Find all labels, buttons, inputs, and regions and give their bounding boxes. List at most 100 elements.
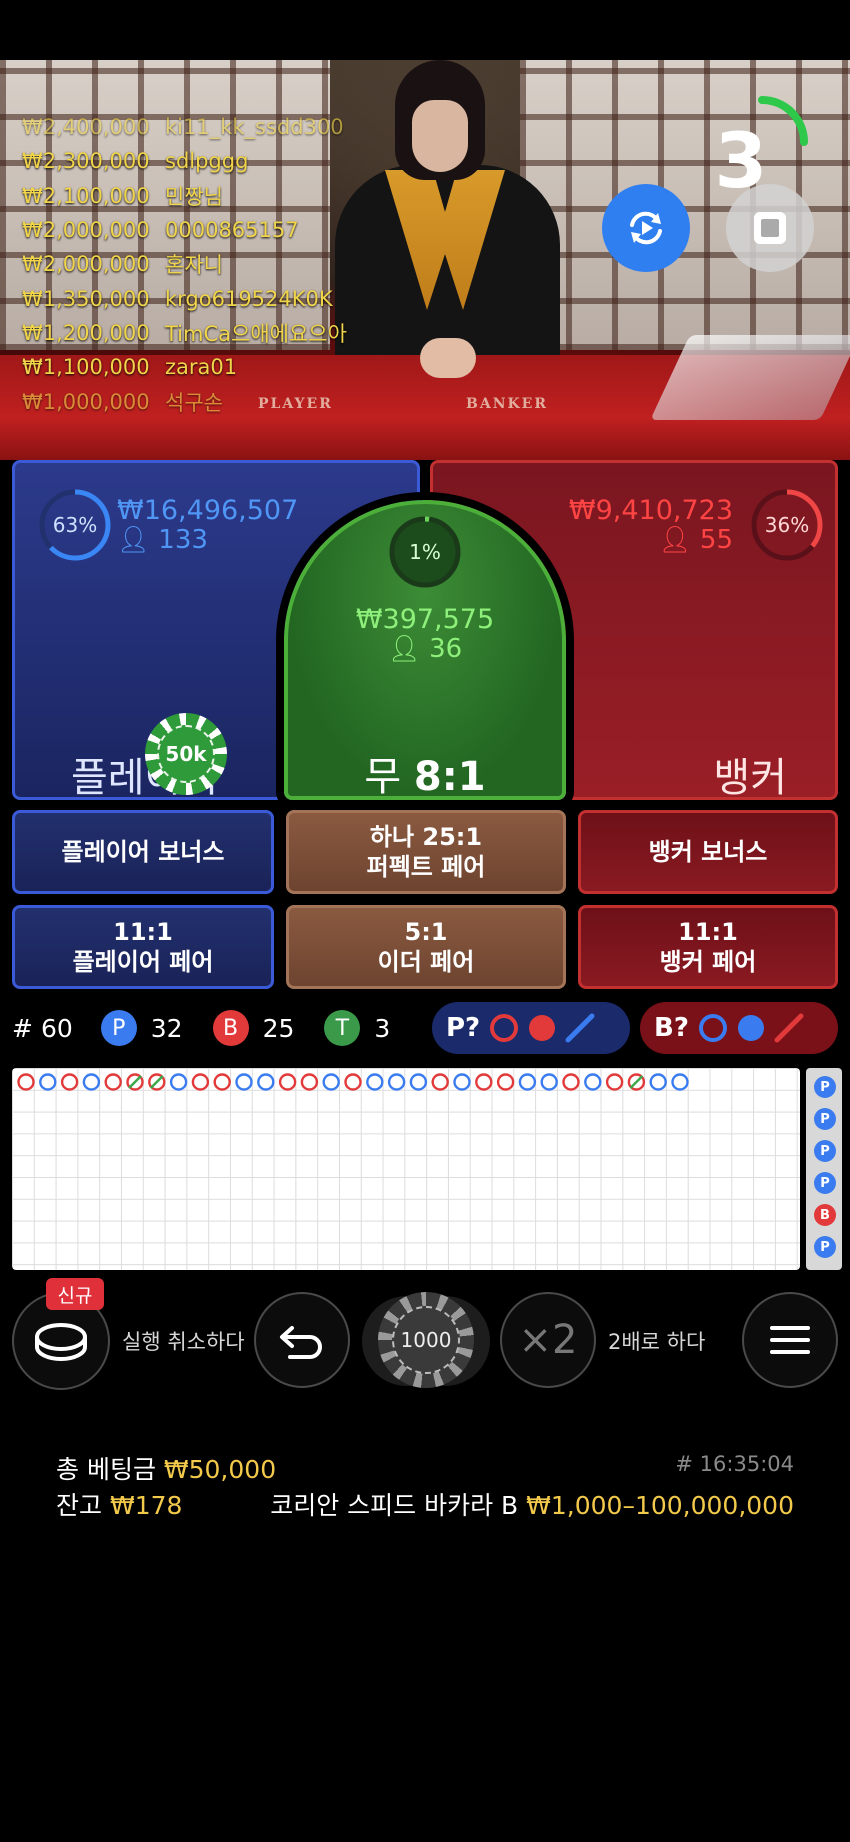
perfect-pair-button[interactable]: 하나 25:1 퍼펙트 페어 <box>286 810 566 894</box>
predict-banker-label: B? <box>654 1013 689 1043</box>
banker-wins-count: 25 <box>262 1013 295 1043</box>
banker-wins-badge: B <box>212 1010 249 1046</box>
banker-bonus-button[interactable]: 뱅커 보너스 <box>578 810 838 894</box>
road-result-P <box>649 1073 667 1091</box>
banker-pair-odds: 11:1 <box>678 918 738 946</box>
placed-chip-value: 50k <box>157 725 215 783</box>
hamburger-menu-icon <box>770 1326 810 1354</box>
winner-row: ₩2,100,000 민짱님 <box>22 179 347 213</box>
double-button[interactable]: ×2 <box>500 1292 596 1388</box>
winner-row: ₩2,000,000 혼자니 <box>22 247 347 281</box>
banker-percent: 36% <box>764 513 810 537</box>
road-tie-mark <box>629 1075 644 1089</box>
road-result-P <box>366 1073 384 1091</box>
player-percent: 63% <box>52 513 98 537</box>
side-road-result: P <box>814 1236 836 1258</box>
undo-label: 실행 취소하다 <box>122 1330 245 1354</box>
banker-pair-button[interactable]: 11:1 뱅커 페어 <box>578 905 838 989</box>
dealer-face <box>412 100 468 172</box>
winner-amount: ₩2,300,000 <box>22 149 150 174</box>
tie-odds: 8:1 <box>413 754 486 800</box>
banker-bettor-count-value: 55 <box>699 525 733 555</box>
banker-label: 뱅커 <box>713 755 787 801</box>
winner-name: 혼자니 <box>165 253 223 278</box>
side-road-result: B <box>814 1204 836 1226</box>
road-result-B <box>496 1073 515 1091</box>
roadmap-scoreboard[interactable] <box>12 1068 800 1270</box>
betting-area: 63% ₩16,496,507 👤︎ 133 플레이어 50k 36% ₩9,4… <box>0 460 850 1000</box>
tie-bettor-count-value: 36 <box>429 634 463 664</box>
round-id: # 16:35:04 <box>675 1452 794 1476</box>
player-pair-button[interactable]: 11:1 플레이어 페어 <box>12 905 274 989</box>
road-result-B <box>605 1073 624 1091</box>
winner-amount: ₩2,100,000 <box>22 183 150 208</box>
banker-total-amount: ₩9,410,723 <box>568 495 733 526</box>
player-total-amount: ₩16,496,507 <box>117 495 299 526</box>
winner-name: ki11_kk_ssdd300 <box>165 115 344 140</box>
road-tie-mark <box>149 1075 164 1089</box>
perfect-pair-odds: 하나 25:1 <box>369 823 483 851</box>
chip-selector[interactable]: 1000 <box>362 1292 490 1390</box>
either-pair-label: 이더 페어 <box>377 948 475 976</box>
road-result-B <box>213 1073 231 1091</box>
road-result-P <box>671 1073 689 1091</box>
winner-amount: ₩2,000,000 <box>22 252 150 277</box>
road-result-B <box>191 1073 210 1091</box>
total-bet-label: 총 베팅금 <box>56 1455 156 1484</box>
roadmap-grid <box>17 1073 689 1091</box>
tie-count: 3 <box>374 1013 391 1043</box>
road-result-P <box>39 1073 57 1091</box>
placed-chip[interactable]: 50k <box>145 713 227 795</box>
winner-row: ₩2,000,000 0000865157 <box>22 213 347 247</box>
table-name: 코리안 스피드 바카라 B <box>270 1491 519 1520</box>
person-icon: 👤︎ <box>658 525 692 555</box>
road-result-P <box>235 1073 253 1091</box>
banker-pair-label: 뱅커 페어 <box>659 948 757 976</box>
bet-spot-tie[interactable]: 1% ₩397,575 👤︎ 36 무 8:1 <box>284 500 566 800</box>
chip-selected[interactable]: 1000 <box>378 1292 474 1388</box>
round-prefix: # <box>12 1013 33 1043</box>
road-result-B <box>344 1073 362 1091</box>
tie-bettor-count: 👤︎ 36 <box>288 634 562 664</box>
road-result-P <box>584 1073 602 1091</box>
undo-button[interactable] <box>254 1292 350 1388</box>
round-count: 60 <box>40 1013 73 1043</box>
either-pair-button[interactable]: 5:1 이더 페어 <box>286 905 566 989</box>
predict-player-icons <box>490 1013 595 1043</box>
roadmap-side-column: PPPPBP <box>806 1068 842 1270</box>
player-bonus-label: 플레이어 보너스 <box>61 838 225 866</box>
winner-row: ₩1,350,000 krgo619524K0K <box>22 281 347 315</box>
menu-button[interactable] <box>742 1292 838 1388</box>
predict-player-label: P? <box>446 1013 481 1043</box>
stop-button[interactable] <box>726 184 814 272</box>
person-icon: 👤︎ <box>387 634 421 664</box>
predict-banker-icons <box>698 1013 804 1043</box>
side-road-result: P <box>814 1140 836 1162</box>
tie-label-text: 무 <box>364 754 402 800</box>
winners-list: ₩2,400,000 ki11_kk_ssdd300 ₩2,300,000 sdlpg… <box>22 110 347 419</box>
rotate-video-button[interactable] <box>602 184 690 272</box>
player-bonus-button[interactable]: 플레이어 보너스 <box>12 810 274 894</box>
winner-amount: ₩1,100,000 <box>22 355 150 380</box>
road-result-B <box>475 1073 493 1091</box>
banker-bonus-label: 뱅커 보너스 <box>648 838 768 866</box>
predict-banker-button[interactable]: B? <box>640 1002 838 1054</box>
winner-name: 석구손 <box>165 390 223 415</box>
winner-name: krgo619524K0K <box>165 286 333 311</box>
road-result-B <box>431 1073 449 1091</box>
side-road-result: P <box>814 1108 836 1130</box>
winner-amount: ₩1,000,000 <box>22 389 150 414</box>
stop-icon <box>754 212 786 244</box>
winner-name: 0000865157 <box>165 218 299 243</box>
player-wins-count: 32 <box>150 1013 183 1043</box>
winner-row: ₩2,300,000 sdlpggg <box>22 144 347 178</box>
road-result-B <box>104 1073 122 1091</box>
total-bet: 총 베팅금 ₩50,000 <box>56 1450 276 1486</box>
tie-label: 무 8:1 <box>288 744 562 802</box>
rotate-icon <box>630 211 662 245</box>
predict-player-button[interactable]: P? <box>432 1002 630 1054</box>
road-result-P <box>387 1073 406 1091</box>
undo-icon <box>280 1326 322 1359</box>
either-pair-odds: 5:1 <box>404 918 448 946</box>
road-result-P <box>322 1073 340 1091</box>
